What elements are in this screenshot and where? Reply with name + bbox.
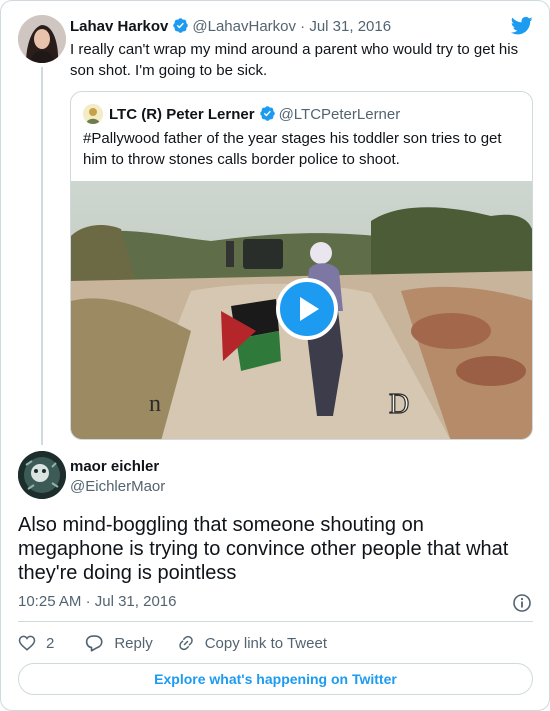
caption-right: D <box>389 389 409 420</box>
main-tweet-text: Also mind-boggling that someone shouting… <box>18 514 509 584</box>
like-button[interactable]: 2 <box>18 634 54 652</box>
like-count: 2 <box>46 634 55 652</box>
reply-icon <box>86 635 103 652</box>
quoted-author-handle: @LTCPeterLerner <box>278 106 401 123</box>
reply-label: Reply <box>114 634 153 652</box>
parent-author-handle[interactable]: @LahavHarkov <box>192 18 296 35</box>
reply-button[interactable]: Reply <box>84 634 153 652</box>
quoted-author-name: LTC (R) Peter Lerner <box>109 106 255 123</box>
tweet-timestamp[interactable]: 10:25 AM · Jul 31, 2016 <box>18 593 176 610</box>
parent-tweet-text: I really can't wrap my mind around a par… <box>70 41 519 79</box>
main-author-name[interactable]: maor eichler <box>70 458 159 475</box>
heart-icon <box>18 635 36 651</box>
quoted-header: LTC (R) Peter Lerner @LTCPeterLerner <box>109 105 400 126</box>
parent-avatar[interactable] <box>18 15 66 63</box>
twitter-bird-icon[interactable] <box>510 16 533 36</box>
parent-tweet-date[interactable]: Jul 31, 2016 <box>309 18 391 35</box>
embedded-tweet-card: Lahav Harkov @LahavHarkov · Jul 31, 2016 … <box>0 0 550 711</box>
caption-left: n <box>149 391 161 417</box>
copy-link-label: Copy link to Tweet <box>204 634 327 652</box>
thread-connector-line <box>41 67 43 445</box>
quoted-tweet-text: #Pallywood father of the year stages his… <box>83 130 502 168</box>
video-thumbnail[interactable]: n D <box>71 181 532 439</box>
divider <box>18 621 533 622</box>
parent-author-name[interactable]: Lahav Harkov <box>70 18 168 35</box>
info-icon[interactable] <box>512 593 532 613</box>
link-icon <box>178 635 193 651</box>
timestamp-separator: · <box>85 593 91 610</box>
quoted-avatar <box>83 104 103 124</box>
tweet-date[interactable]: Jul 31, 2016 <box>95 593 177 610</box>
parent-header: Lahav Harkov @LahavHarkov · Jul 31, 2016 <box>70 17 391 38</box>
play-icon <box>300 297 319 321</box>
quoted-tweet[interactable]: LTC (R) Peter Lerner @LTCPeterLerner #Pal… <box>70 91 533 440</box>
main-author-handle[interactable]: @EichlerMaor <box>70 478 165 495</box>
verified-badge-icon <box>172 17 189 38</box>
play-button[interactable] <box>276 278 338 340</box>
main-avatar[interactable] <box>18 451 66 499</box>
copy-link-button[interactable]: Copy link to Tweet <box>177 634 327 652</box>
header-separator: · <box>300 18 306 35</box>
verified-badge-icon <box>259 105 276 126</box>
tweet-time[interactable]: 10:25 AM <box>18 593 81 610</box>
explore-button[interactable]: Explore what's happening on Twitter <box>18 663 533 695</box>
action-bar: 2 Reply Copy link to Tweet <box>18 632 327 654</box>
